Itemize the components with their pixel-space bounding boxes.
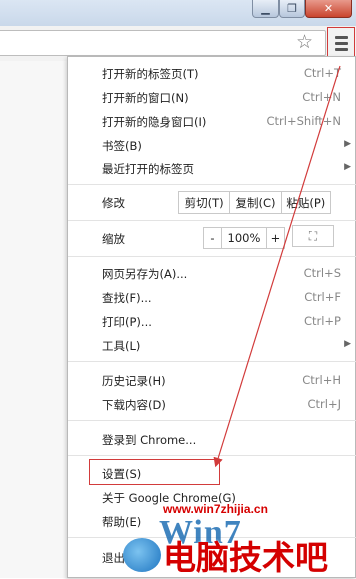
menu-item-label: 帮助(E) [102, 515, 142, 529]
menu-item-label: 关于 Google Chrome(G) [102, 491, 236, 505]
menu-separator [68, 361, 356, 362]
menu-item-history[interactable]: 历史记录(H) Ctrl+H [68, 370, 356, 392]
menu-item-label: 打印(P)... [102, 315, 152, 329]
menu-item-label: 修改 [102, 196, 125, 210]
window-titlebar: ▁ ❐ ✕ [0, 0, 356, 26]
menu-item-about[interactable]: 关于 Google Chrome(G) [68, 487, 356, 509]
menu-item-label: 打开新的标签页(T) [102, 67, 199, 81]
settings-highlight-box [89, 459, 220, 485]
bookmark-star-icon[interactable]: ☆ [296, 30, 313, 54]
menu-item-signin[interactable]: 登录到 Chrome... [68, 429, 356, 451]
menu-item-downloads[interactable]: 下载内容(D) Ctrl+J [68, 394, 356, 416]
submenu-arrow-icon: ▶ [344, 162, 351, 172]
menu-separator [68, 256, 356, 257]
zoom-control-group: - 100% + [203, 227, 285, 249]
menu-item-new-window[interactable]: 打开新的窗口(N) Ctrl+N [68, 87, 356, 109]
menu-item-shortcut: Ctrl+P [303, 314, 341, 328]
submenu-arrow-icon: ▶ [344, 139, 351, 149]
menu-separator [68, 455, 356, 456]
chrome-main-menu: 打开新的标签页(T) Ctrl+T 打开新的窗口(N) Ctrl+N 打开新的隐… [67, 56, 356, 578]
menu-item-label: 打开新的窗口(N) [102, 91, 189, 105]
menu-item-shortcut: Ctrl+T [303, 66, 341, 80]
maximize-button[interactable]: ❐ [279, 0, 305, 18]
menu-item-label: 书签(B) [102, 139, 142, 153]
menu-item-label: 查找(F)... [102, 291, 152, 305]
copy-button[interactable]: 复制(C) [230, 192, 282, 213]
menu-item-shortcut: Ctrl+Shift+N [266, 114, 341, 128]
menu-item-label: 打开新的隐身窗口(I) [102, 115, 207, 129]
menu-item-incognito[interactable]: 打开新的隐身窗口(I) Ctrl+Shift+N [68, 111, 356, 133]
fullscreen-icon[interactable]: ⛶ [292, 225, 334, 247]
minimize-button[interactable]: ▁ [252, 0, 279, 18]
menu-separator [68, 184, 356, 185]
menu-item-label: 下载内容(D) [102, 398, 166, 412]
menu-item-label: 登录到 Chrome... [102, 433, 197, 447]
edit-button-group: 剪切(T) 复制(C) 粘贴(P) [178, 191, 331, 214]
submenu-arrow-icon: ▶ [344, 339, 351, 349]
menu-item-label: 最近打开的标签页 [102, 162, 194, 176]
menu-item-tools[interactable]: 工具(L) ▶ [68, 335, 356, 357]
menu-item-label: 网页另存为(A)... [102, 267, 188, 281]
menu-item-shortcut: Ctrl+H [302, 373, 341, 387]
menu-item-label: 退出(X) [102, 551, 142, 565]
menu-item-bookmarks[interactable]: 书签(B) ▶ [68, 135, 356, 157]
menu-separator [68, 537, 356, 538]
menu-item-shortcut: Ctrl+S [303, 266, 341, 280]
menu-item-shortcut: Ctrl+N [302, 90, 341, 104]
address-bar[interactable] [0, 30, 326, 56]
menu-item-exit[interactable]: 退出(X) [68, 547, 356, 569]
menu-item-label: 工具(L) [102, 339, 141, 353]
menu-item-recent-tabs[interactable]: 最近打开的标签页 ▶ [68, 158, 356, 180]
menu-item-find[interactable]: 查找(F)... Ctrl+F [68, 287, 356, 309]
menu-item-shortcut: Ctrl+F [304, 290, 341, 304]
zoom-level-value: 100% [227, 231, 261, 245]
menu-item-save-as[interactable]: 网页另存为(A)... Ctrl+S [68, 263, 356, 285]
close-button[interactable]: ✕ [305, 0, 352, 18]
cut-button[interactable]: 剪切(T) [179, 192, 231, 213]
menu-separator [68, 420, 356, 421]
menu-separator [68, 220, 356, 221]
menu-item-label: 缩放 [102, 232, 125, 246]
zoom-out-button[interactable]: - [204, 228, 222, 248]
menu-item-shortcut: Ctrl+J [307, 397, 342, 411]
menu-item-label: 历史记录(H) [102, 374, 166, 388]
menu-item-print[interactable]: 打印(P)... Ctrl+P [68, 311, 356, 333]
menu-item-new-tab[interactable]: 打开新的标签页(T) Ctrl+T [68, 63, 356, 85]
menu-item-help[interactable]: 帮助(E) [68, 511, 356, 533]
paste-button[interactable]: 粘贴(P) [282, 192, 330, 213]
zoom-in-button[interactable]: + [266, 228, 284, 248]
